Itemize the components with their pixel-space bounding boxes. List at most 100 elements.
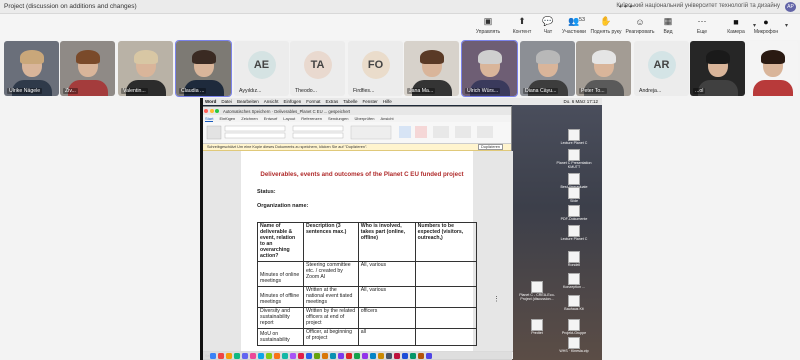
participant-tile[interactable]: Diana Cäyu... <box>520 41 575 96</box>
ribbon-tab[interactable]: Überprüfen <box>354 116 374 121</box>
window-controls[interactable] <box>204 109 219 113</box>
dock-app-icon[interactable] <box>234 352 240 359</box>
dock-app-icon[interactable] <box>346 352 352 359</box>
desktop-file-icon[interactable]: Lecture Planet C <box>554 225 594 242</box>
dock-app-icon[interactable] <box>266 352 272 359</box>
mac-menu-item[interactable]: Bearbeiten <box>237 99 259 104</box>
dock-app-icon[interactable] <box>298 352 304 359</box>
participant-tile[interactable]: AE Ayyıldız... <box>234 41 289 96</box>
dock-app-icon[interactable] <box>330 352 336 359</box>
dock-app-icon[interactable] <box>370 352 376 359</box>
participant-tile[interactable]: Valentin... <box>118 41 173 96</box>
camera-options-chevron-icon[interactable]: ▾ <box>753 22 756 29</box>
table-row[interactable]: Minutes of online meetings Steering commi… <box>257 260 478 287</box>
mac-menu-item[interactable]: Extras <box>326 99 339 104</box>
participant-tile[interactable]: Ulrich Würs... <box>461 40 518 97</box>
dock-app-icon[interactable] <box>226 352 232 359</box>
desktop-file-icon[interactable]: Projekt-Gruppe <box>554 319 594 336</box>
participant-tile[interactable]: Ulrike Nägele <box>4 41 59 96</box>
deliverables-table[interactable]: Name of deliverable & event, relation to… <box>257 222 478 346</box>
mac-menu-item[interactable]: Einfügen <box>283 99 301 104</box>
table-cell[interactable]: Written by the related officers at end o… <box>302 306 359 329</box>
minimize-window-icon[interactable] <box>209 109 214 113</box>
desktop-file-icon[interactable]: Predtet <box>517 319 557 336</box>
avatar[interactable]: AP <box>785 2 796 12</box>
ribbon-tab[interactable]: Layout <box>283 116 295 121</box>
dock-app-icon[interactable] <box>378 352 384 359</box>
scroll-indicator-icon[interactable]: ⋮ <box>493 295 500 303</box>
dock-app-icon[interactable] <box>354 352 360 359</box>
desktop-file-icon[interactable]: Rondell <box>554 251 594 268</box>
participant-tile[interactable]: FO Firdfies... <box>348 41 403 96</box>
dock-app-icon[interactable] <box>250 352 256 359</box>
ribbon-tab[interactable]: Entwurf <box>264 116 278 121</box>
dock-app-icon[interactable] <box>426 352 432 359</box>
table-row[interactable]: Minutes of offline meetings Written at th… <box>257 285 478 308</box>
dock-app-icon[interactable] <box>386 352 392 359</box>
mac-menu-item[interactable]: Ansicht <box>264 99 279 104</box>
mac-menu-item[interactable]: Word <box>205 99 216 104</box>
ribbon-tab[interactable]: Einfügen <box>219 116 235 121</box>
microphone-options-chevron-icon[interactable]: ▾ <box>785 22 788 29</box>
table-cell[interactable]: All, various <box>357 260 416 287</box>
dock-app-icon[interactable] <box>258 352 264 359</box>
dock-app-icon[interactable] <box>314 352 320 359</box>
dock-app-icon[interactable] <box>274 352 280 359</box>
table-cell[interactable]: officers <box>357 306 416 329</box>
toolbar-button-7[interactable]: ⋯ Еще <box>683 16 721 35</box>
ribbon-tab[interactable]: Sendungen <box>328 116 348 121</box>
ribbon-controls-icon[interactable] <box>201 122 513 144</box>
dock-app-icon[interactable] <box>322 352 328 359</box>
mac-menu-item[interactable]: Tabelle <box>343 99 357 104</box>
table-cell[interactable] <box>414 260 478 287</box>
desktop-file-icon[interactable]: Konzeption ... <box>554 273 594 290</box>
participant-tile[interactable]: Peter To... <box>576 41 631 96</box>
table-row[interactable]: Diversity and sustainability report Writt… <box>257 306 478 329</box>
dock-app-icon[interactable] <box>402 352 408 359</box>
table-cell[interactable]: all <box>357 327 416 346</box>
mac-menu-item[interactable]: Datei <box>221 99 232 104</box>
dock-app-icon[interactable] <box>218 352 224 359</box>
participant-tile[interactable]: Jana Ma... <box>404 41 459 96</box>
mac-menu-item[interactable]: Format <box>306 99 320 104</box>
dock-app-icon[interactable] <box>242 352 248 359</box>
mac-menu-item[interactable]: Fenster <box>363 99 378 104</box>
dock-app-icon[interactable] <box>210 352 216 359</box>
toolbar-button-6[interactable]: ▦ Вид <box>649 16 687 35</box>
table-cell[interactable]: MoU on sustainability <box>257 327 304 346</box>
ribbon-tab[interactable]: Ansicht <box>380 116 393 121</box>
participant-tile[interactable]: ...ol <box>690 41 745 96</box>
participant-tile[interactable]: AR Andreja... <box>634 41 689 96</box>
table-cell[interactable]: Steering committee etc. / created by Zoo… <box>302 260 359 287</box>
dock-app-icon[interactable] <box>418 352 424 359</box>
maximize-window-icon[interactable] <box>215 109 219 113</box>
dock-app-icon[interactable] <box>290 352 296 359</box>
table-cell[interactable]: Minutes of offline meetings <box>257 285 304 308</box>
dock-app-icon[interactable] <box>306 352 312 359</box>
desktop-file-icon[interactable]: Lecture Planet C <box>554 129 594 146</box>
table-cell[interactable] <box>414 306 478 329</box>
table-cell[interactable]: Officer, at beginning of project <box>302 327 359 346</box>
document-canvas[interactable]: Deliverables, events and outcomes of the… <box>201 151 513 353</box>
mac-menu-item[interactable]: Hilfe <box>383 99 392 104</box>
desktop-file-icon[interactable]: Planet C - CREA-Eco-Project (discussion.… <box>517 281 557 302</box>
desktop-file-icon[interactable]: PDF-Dokumente <box>554 205 594 222</box>
ribbon-tab[interactable]: Referenzen <box>301 116 322 121</box>
table-cell[interactable] <box>414 285 478 308</box>
ribbon-tab[interactable]: Start <box>205 116 214 122</box>
table-row[interactable]: MoU on sustainability Officer, at beginni… <box>257 327 478 346</box>
desktop-file-icon[interactable]: Planet C Presentation KMUTT <box>554 149 594 170</box>
duplicate-button[interactable]: Duplizieren <box>478 144 503 150</box>
participant-tile[interactable]: Živ... <box>60 41 115 96</box>
table-cell[interactable] <box>414 327 478 346</box>
dock-app-icon[interactable] <box>338 352 344 359</box>
table-cell[interactable]: Minutes of online meetings <box>257 260 304 287</box>
dock-app-icon[interactable] <box>394 352 400 359</box>
dock-app-icon[interactable] <box>282 352 288 359</box>
ribbon-tab[interactable]: Zeichnen <box>241 116 257 121</box>
desktop-file-icon[interactable]: WHS · Kinesia.ctp <box>554 337 594 354</box>
table-cell[interactable]: Written at the national event tiated mee… <box>302 285 359 308</box>
table-cell[interactable]: All, various <box>357 285 416 308</box>
desktop-file-icon[interactable]: Slide <box>554 187 594 204</box>
dock-app-icon[interactable] <box>410 352 416 359</box>
